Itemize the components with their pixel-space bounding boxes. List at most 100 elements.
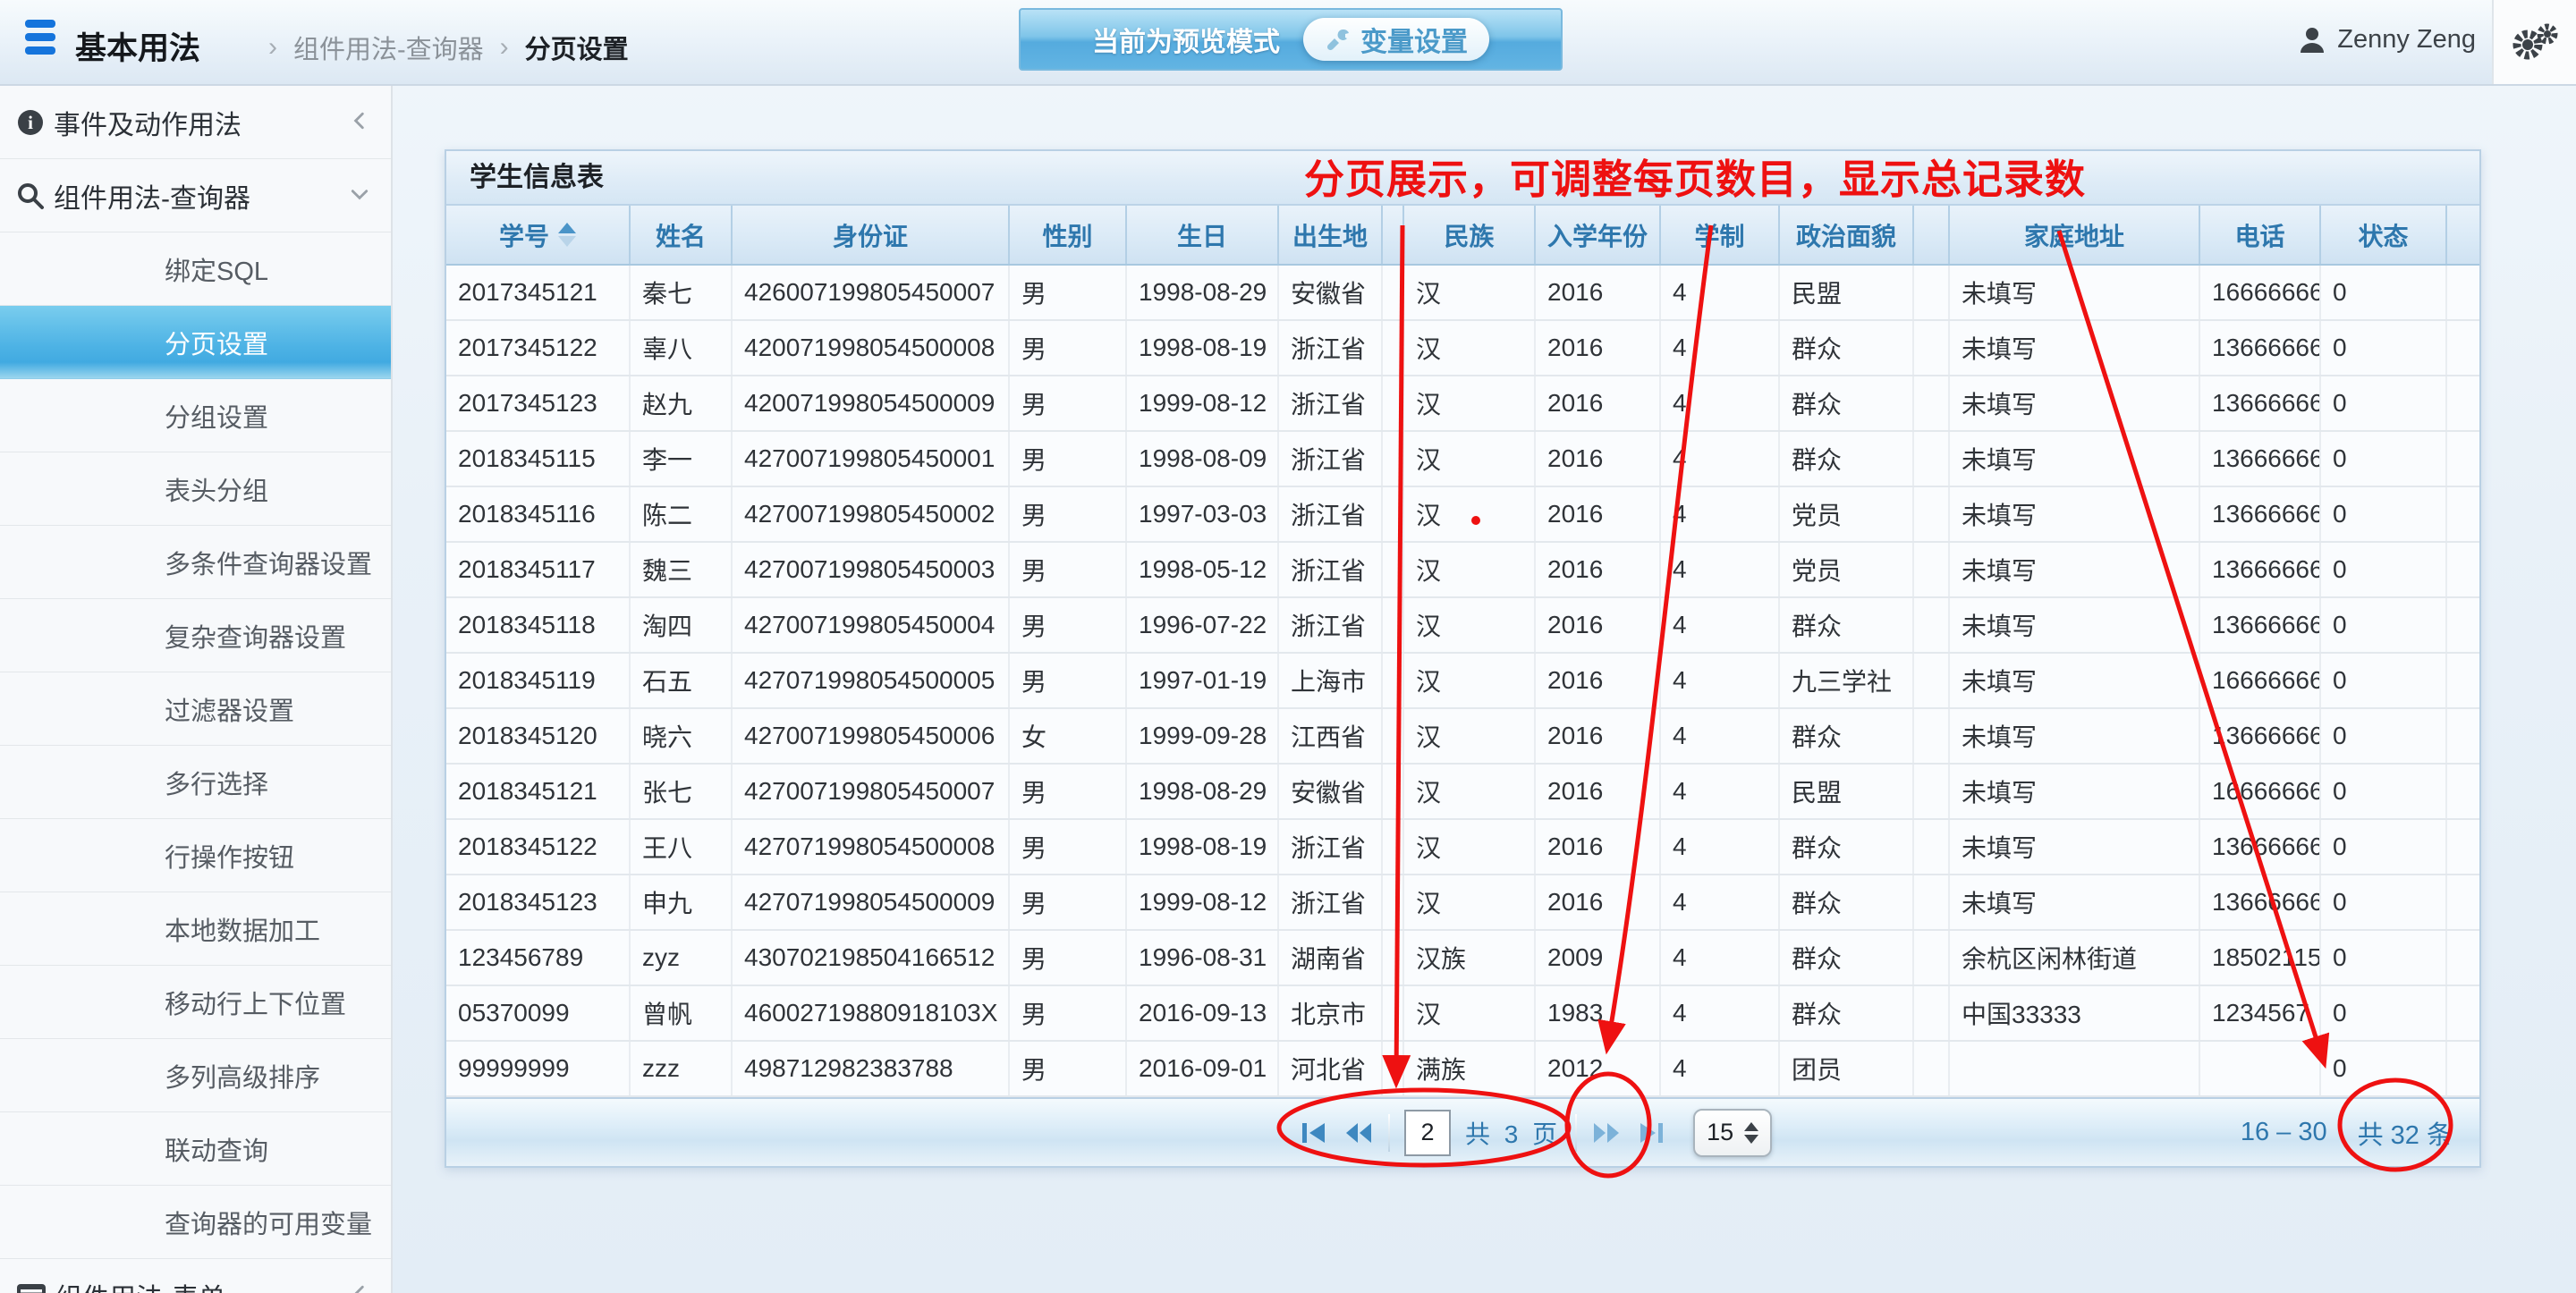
column-header-3[interactable]: 性别 <box>1009 206 1126 265</box>
table-row-4[interactable]: 2018345116陈二427007199805450002男1997-03-0… <box>446 486 2479 542</box>
table-row-7[interactable]: 2018345119石五427071998054500005男1997-01-1… <box>446 653 2479 708</box>
cell: 16666666 <box>2199 653 2320 708</box>
column-header-14[interactable]: 状态 <box>2320 206 2446 265</box>
table-row-10[interactable]: 2018345122王八427071998054500008男1998-08-1… <box>446 819 2479 875</box>
cell: 男 <box>1009 985 1126 1041</box>
cell: 1999-09-28 <box>1126 708 1278 764</box>
column-header-12[interactable]: 家庭地址 <box>1949 206 2199 265</box>
cell: 群众 <box>1779 597 1913 653</box>
column-header-1[interactable]: 姓名 <box>630 206 732 265</box>
cell <box>1913 1041 1949 1096</box>
cell <box>2446 431 2479 486</box>
cell: 群众 <box>1779 819 1913 875</box>
sort-icon[interactable] <box>558 223 576 247</box>
sidebar-item-0[interactable]: i事件及动作用法 <box>0 86 391 159</box>
sidebar-item-label: 本地数据加工 <box>165 910 320 948</box>
sidebar-item-14[interactable]: 联动查询 <box>0 1112 391 1186</box>
cell: 0 <box>2320 265 2446 320</box>
table-row-8[interactable]: 2018345120晓六427007199805450006女1999-09-2… <box>446 708 2479 764</box>
cell: 13666666 <box>2199 320 2320 376</box>
sidebar-item-2[interactable]: 绑定SQL <box>0 232 391 306</box>
cell: 汉族 <box>1403 930 1535 985</box>
first-page-icon[interactable] <box>1299 1120 1329 1146</box>
page-number-input[interactable] <box>1404 1110 1451 1156</box>
next-page-icon[interactable] <box>1591 1120 1622 1146</box>
cell: 2016 <box>1535 875 1660 930</box>
sidebar-item-4[interactable]: 分组设置 <box>0 379 391 452</box>
table-row-11[interactable]: 2018345123申九427071998054500009男1999-08-1… <box>446 875 2479 930</box>
sidebar-item-13[interactable]: 多列高级排序 <box>0 1039 391 1112</box>
table-row-6[interactable]: 2018345118淘四427007199805450004男1996-07-2… <box>446 597 2479 653</box>
cell: 1234567 <box>2199 985 2320 1041</box>
cell: 浙江省 <box>1278 431 1382 486</box>
cell: 13666666 <box>2199 542 2320 597</box>
cell <box>2446 376 2479 431</box>
cell: 群众 <box>1779 708 1913 764</box>
column-header-10[interactable]: 政治面貌 <box>1779 206 1913 265</box>
prev-page-icon[interactable] <box>1343 1120 1374 1146</box>
cell: 2017345122 <box>446 320 630 376</box>
sidebar-item-9[interactable]: 多行选择 <box>0 746 391 819</box>
cell: 汉 <box>1403 819 1535 875</box>
cell: 427007199805450001 <box>732 431 1009 486</box>
cell: 13666666 <box>2199 819 2320 875</box>
sidebar-item-15[interactable]: 查询器的可用变量 <box>0 1186 391 1259</box>
sidebar-item-11[interactable]: 本地数据加工 <box>0 892 391 966</box>
cell <box>1913 875 1949 930</box>
table-row-3[interactable]: 2018345115李一427007199805450001男1998-08-0… <box>446 431 2479 486</box>
cell: 群众 <box>1779 431 1913 486</box>
chevron-left-icon <box>350 1280 369 1293</box>
cell: 1999-08-12 <box>1126 875 1278 930</box>
sidebar-item-1[interactable]: 组件用法-查询器 <box>0 159 391 232</box>
table-row-13[interactable]: 05370099曾帆46002719880918103X男2016-09-13北… <box>446 985 2479 1041</box>
column-header-0[interactable]: 学号 <box>446 206 630 265</box>
last-page-icon[interactable] <box>1636 1120 1666 1146</box>
cell: 2016 <box>1535 597 1660 653</box>
table-row-9[interactable]: 2018345121张七427007199805450007男1998-08-2… <box>446 764 2479 819</box>
table-row-1[interactable]: 2017345122辜八420071998054500008男1998-08-1… <box>446 320 2479 376</box>
cell: 未填写 <box>1949 653 2199 708</box>
form-icon <box>16 1283 47 1293</box>
table-row-2[interactable]: 2017345123赵九420071998054500009男1999-08-1… <box>446 376 2479 431</box>
table-row-0[interactable]: 2017345121秦七426007199805450007男1998-08-2… <box>446 265 2479 320</box>
user-menu[interactable]: Zenny Zeng <box>2298 25 2476 55</box>
sidebar-item-7[interactable]: 复杂查询器设置 <box>0 599 391 672</box>
cell: zyz <box>630 930 732 985</box>
cell <box>1382 764 1403 819</box>
sidebar-item-3[interactable]: 分页设置 <box>0 306 391 379</box>
table-row-12[interactable]: 123456789zyz430702198504166512男1996-08-3… <box>446 930 2479 985</box>
cell <box>1913 653 1949 708</box>
sidebar-item-label: 移动行上下位置 <box>165 984 346 1021</box>
table-row-14[interactable]: 99999999zzz498712982383788男2016-09-01河北省… <box>446 1041 2479 1096</box>
sidebar-item-10[interactable]: 行操作按钮 <box>0 819 391 892</box>
sidebar-item-5[interactable]: 表头分组 <box>0 452 391 526</box>
sidebar-item-6[interactable]: 多条件查询器设置 <box>0 526 391 599</box>
sidebar-item-label: 复杂查询器设置 <box>165 617 346 655</box>
table-row-5[interactable]: 2018345117魏三427007199805450003男1998-05-1… <box>446 542 2479 597</box>
cell: 民盟 <box>1779 265 1913 320</box>
cell: 2016-09-01 <box>1126 1041 1278 1096</box>
hamburger-menu-icon[interactable] <box>25 20 57 64</box>
column-header-13[interactable]: 电话 <box>2199 206 2320 265</box>
column-header-7[interactable]: 民族 <box>1403 206 1535 265</box>
column-header-4[interactable]: 生日 <box>1126 206 1278 265</box>
breadcrumb-item-parent[interactable]: 组件用法-查询器 <box>293 29 484 66</box>
cell: 群众 <box>1779 376 1913 431</box>
cell: 2016 <box>1535 542 1660 597</box>
cell: 汉 <box>1403 764 1535 819</box>
column-header-9[interactable]: 学制 <box>1660 206 1779 265</box>
settings-button[interactable] <box>2512 23 2558 67</box>
variable-settings-button[interactable]: 变量设置 <box>1303 18 1489 61</box>
sidebar-item-label: 多列高级排序 <box>165 1057 320 1094</box>
cell: 0 <box>2320 819 2446 875</box>
sidebar-item-12[interactable]: 移动行上下位置 <box>0 966 391 1039</box>
column-header-2[interactable]: 身份证 <box>732 206 1009 265</box>
column-header-8[interactable]: 入学年份 <box>1535 206 1660 265</box>
page-size-select[interactable]: 15 <box>1693 1109 1772 1157</box>
sidebar-item-16[interactable]: 组件用法-表单 <box>0 1259 391 1293</box>
cell: 427071998054500008 <box>732 819 1009 875</box>
sidebar-item-8[interactable]: 过滤器设置 <box>0 672 391 746</box>
cell: 党员 <box>1779 542 1913 597</box>
app-title: 基本用法 <box>75 23 200 69</box>
column-header-5[interactable]: 出生地 <box>1278 206 1382 265</box>
